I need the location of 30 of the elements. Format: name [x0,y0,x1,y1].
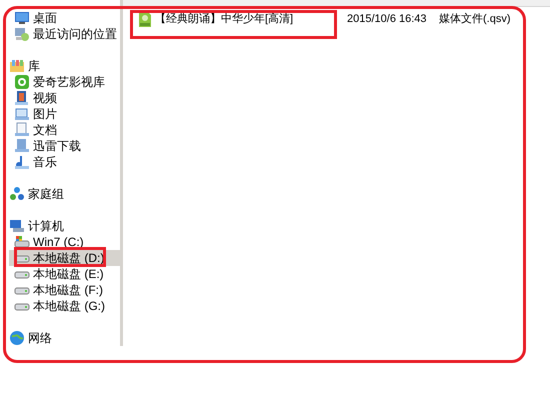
nav-item[interactable]: 桌面 [9,10,59,26]
nav-item[interactable]: 家庭组 [9,186,66,202]
computer-icon [9,218,25,234]
nav-item[interactable]: 本地磁盘 (F:) [9,282,105,298]
nav-item[interactable]: 图片 [9,106,59,122]
homegroup-icon [9,186,25,202]
desktop-icon [14,10,30,26]
nav-item[interactable]: 最近访问的位置 [9,26,119,42]
music-note-icon [14,154,30,170]
nav-item[interactable]: 视频 [9,90,59,106]
nav-item[interactable]: 本地磁盘 (G:) [9,298,107,314]
library-icon [9,58,25,74]
video-library-icon [14,90,30,106]
globe-icon [9,330,25,346]
app-icon [14,74,30,90]
nav-item[interactable]: 网络 [9,330,54,346]
picture-library-icon [14,106,30,122]
nav-item[interactable]: 计算机 [9,218,66,234]
recent-places-icon [14,26,30,42]
file-type: 媒体文件(.qsv) [439,12,510,27]
document-library-icon [14,122,30,138]
nav-item[interactable]: 文档 [9,122,59,138]
drive-icon [14,234,30,250]
file-name[interactable]: 【经典朗诵】中华少年[高清] [151,10,347,28]
nav-item[interactable]: 库 [9,58,42,74]
nav-item[interactable]: 音乐 [9,154,59,170]
modified-date: 2015/10/6 16:43 [347,12,428,27]
nav-item[interactable]: 爱奇艺影视库 [9,74,107,90]
nav-item[interactable]: 迅雷下载 [9,138,83,154]
nav-item[interactable]: 本地磁盘 (E:) [9,266,106,282]
